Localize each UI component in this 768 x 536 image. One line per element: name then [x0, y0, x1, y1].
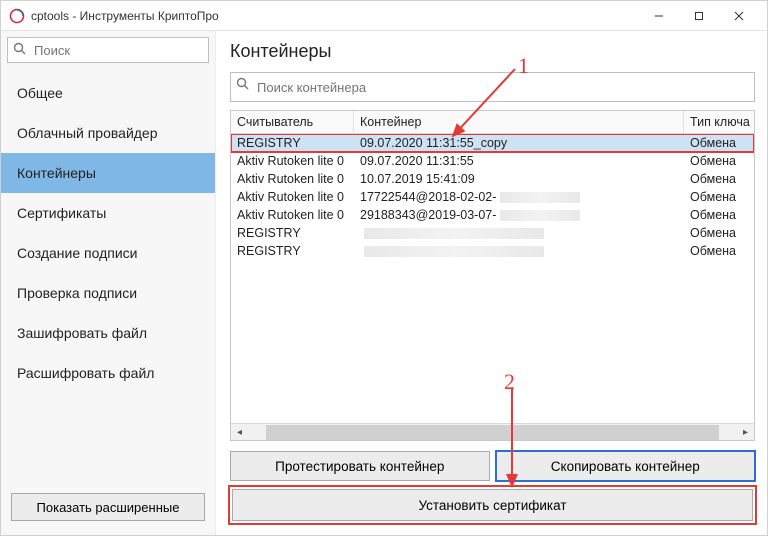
- scroll-thumb[interactable]: [266, 425, 719, 440]
- column-header-reader[interactable]: Считыватель: [231, 111, 354, 133]
- maximize-button[interactable]: [679, 2, 719, 30]
- sidebar-item-encrypt-file[interactable]: Зашифровать файл: [1, 313, 215, 353]
- main-panel: Контейнеры Считыватель Контейнер Тип клю…: [216, 31, 767, 535]
- column-header-container[interactable]: Контейнер: [354, 111, 684, 133]
- cell-keytype: Обмена: [684, 171, 754, 187]
- scroll-right-icon[interactable]: ▸: [737, 424, 754, 441]
- cell-container: 29188343@2019-03-07-: [354, 207, 684, 223]
- cell-container: 09.07.2020 11:31:55_copy: [354, 135, 684, 151]
- horizontal-scrollbar[interactable]: ◂ ▸: [231, 423, 754, 440]
- sidebar-item-decrypt-file[interactable]: Расшифровать файл: [1, 353, 215, 393]
- cell-keytype: Обмена: [684, 135, 754, 151]
- cell-keytype: Обмена: [684, 243, 754, 259]
- sidebar-item-cloud-provider[interactable]: Облачный провайдер: [1, 113, 215, 153]
- window-title: cptools - Инструменты КриптоПро: [31, 9, 639, 23]
- sidebar-search-input[interactable]: [7, 37, 209, 63]
- window-controls: [639, 2, 759, 30]
- sidebar-item-certificates[interactable]: Сертификаты: [1, 193, 215, 233]
- containers-table: Считыватель Контейнер Тип ключа REGISTRY…: [230, 110, 755, 441]
- cell-container: 09.07.2020 11:31:55: [354, 153, 684, 169]
- cell-keytype: Обмена: [684, 153, 754, 169]
- table-row[interactable]: Aktiv Rutoken lite 010.07.2019 15:41:09О…: [231, 170, 754, 188]
- cell-reader: Aktiv Rutoken lite 0: [231, 171, 354, 187]
- page-title: Контейнеры: [230, 41, 755, 62]
- cell-keytype: Обмена: [684, 225, 754, 241]
- table-row[interactable]: Aktiv Rutoken lite 029188343@2019-03-07-…: [231, 206, 754, 224]
- search-icon: [236, 77, 250, 91]
- cell-reader: Aktiv Rutoken lite 0: [231, 207, 354, 223]
- table-row[interactable]: Aktiv Rutoken lite 017722544@2018-02-02-…: [231, 188, 754, 206]
- table-row[interactable]: Aktiv Rutoken lite 009.07.2020 11:31:55О…: [231, 152, 754, 170]
- table-body: REGISTRY09.07.2020 11:31:55_copyОбменаAk…: [231, 134, 754, 423]
- table-row[interactable]: REGISTRY Обмена: [231, 224, 754, 242]
- column-header-keytype[interactable]: Тип ключа: [684, 111, 754, 133]
- container-search: [230, 72, 755, 102]
- install-certificate-button[interactable]: Установить сертификат: [232, 489, 753, 521]
- table-row[interactable]: REGISTRY Обмена: [231, 242, 754, 260]
- app-window: cptools - Инструменты КриптоПро: [0, 0, 768, 536]
- cell-reader: REGISTRY: [231, 135, 354, 151]
- cell-reader: REGISTRY: [231, 243, 354, 259]
- titlebar: cptools - Инструменты КриптоПро: [1, 1, 767, 31]
- cell-keytype: Обмена: [684, 207, 754, 223]
- minimize-button[interactable]: [639, 2, 679, 30]
- cell-container: [354, 243, 684, 259]
- sidebar-search: [7, 37, 209, 63]
- cell-container: [354, 225, 684, 241]
- table-row[interactable]: REGISTRY09.07.2020 11:31:55_copyОбмена: [231, 134, 754, 152]
- sidebar: Общее Облачный провайдер Контейнеры Серт…: [1, 31, 216, 535]
- cell-reader: Aktiv Rutoken lite 0: [231, 153, 354, 169]
- close-button[interactable]: [719, 2, 759, 30]
- cell-keytype: Обмена: [684, 189, 754, 205]
- container-search-input[interactable]: [230, 72, 755, 102]
- sidebar-item-containers[interactable]: Контейнеры: [1, 153, 215, 193]
- search-icon: [13, 42, 27, 56]
- sidebar-item-general[interactable]: Общее: [1, 73, 215, 113]
- test-container-button[interactable]: Протестировать контейнер: [230, 451, 490, 481]
- sidebar-item-create-signature[interactable]: Создание подписи: [1, 233, 215, 273]
- sidebar-item-verify-signature[interactable]: Проверка подписи: [1, 273, 215, 313]
- sidebar-nav: Общее Облачный провайдер Контейнеры Серт…: [1, 73, 215, 483]
- cell-reader: Aktiv Rutoken lite 0: [231, 189, 354, 205]
- copy-container-button[interactable]: Скопировать контейнер: [496, 451, 756, 481]
- show-extended-button[interactable]: Показать расширенные: [11, 493, 205, 521]
- app-icon: [9, 8, 25, 24]
- table-header: Считыватель Контейнер Тип ключа: [231, 111, 754, 134]
- cell-container: 10.07.2019 15:41:09: [354, 171, 684, 187]
- cell-reader: REGISTRY: [231, 225, 354, 241]
- scroll-left-icon[interactable]: ◂: [231, 424, 248, 441]
- cell-container: 17722544@2018-02-02-: [354, 189, 684, 205]
